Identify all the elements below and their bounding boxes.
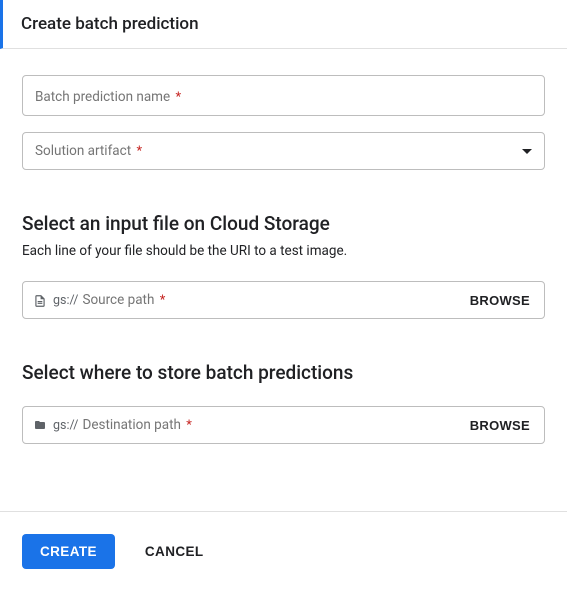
destination-path-field[interactable]: gs:// Destination path * BROWSE xyxy=(22,406,545,444)
required-asterisk: * xyxy=(160,293,166,308)
field-placeholder: Solution artifact * xyxy=(35,143,142,159)
input-section-title: Select an input file on Cloud Storage xyxy=(22,212,545,235)
cancel-button[interactable]: CANCEL xyxy=(145,544,204,559)
dialog-content: Batch prediction name * Solution artifac… xyxy=(0,49,567,444)
dialog-header: Create batch prediction xyxy=(0,0,567,49)
required-asterisk: * xyxy=(186,418,192,433)
folder-icon xyxy=(33,419,49,431)
placeholder-text: Batch prediction name xyxy=(35,89,170,105)
browse-source-button[interactable]: BROWSE xyxy=(470,293,530,308)
gs-prefix: gs:// xyxy=(53,418,78,433)
dialog-title: Create batch prediction xyxy=(21,14,547,34)
required-asterisk: * xyxy=(136,144,142,159)
input-section-subtitle: Each line of your file should be the URI… xyxy=(22,243,545,259)
required-asterisk: * xyxy=(176,90,182,105)
chevron-down-icon xyxy=(522,149,532,154)
browse-destination-button[interactable]: BROWSE xyxy=(470,418,530,433)
create-button[interactable]: CREATE xyxy=(22,534,115,569)
placeholder-text: Destination path xyxy=(82,417,180,433)
dialog-footer: CREATE CANCEL xyxy=(0,511,567,591)
placeholder-text: Source path xyxy=(82,292,154,308)
file-icon xyxy=(33,294,49,306)
gs-prefix: gs:// xyxy=(53,293,78,308)
destination-path-placeholder: Destination path * xyxy=(82,417,469,433)
placeholder-text: Solution artifact xyxy=(35,143,131,159)
output-section-title: Select where to store batch predictions xyxy=(22,361,545,384)
field-placeholder: Batch prediction name * xyxy=(35,89,181,105)
solution-artifact-select[interactable]: Solution artifact * xyxy=(22,132,545,170)
batch-prediction-name-field[interactable]: Batch prediction name * xyxy=(22,75,545,116)
source-path-field[interactable]: gs:// Source path * BROWSE xyxy=(22,281,545,319)
source-path-placeholder: Source path * xyxy=(82,292,469,308)
